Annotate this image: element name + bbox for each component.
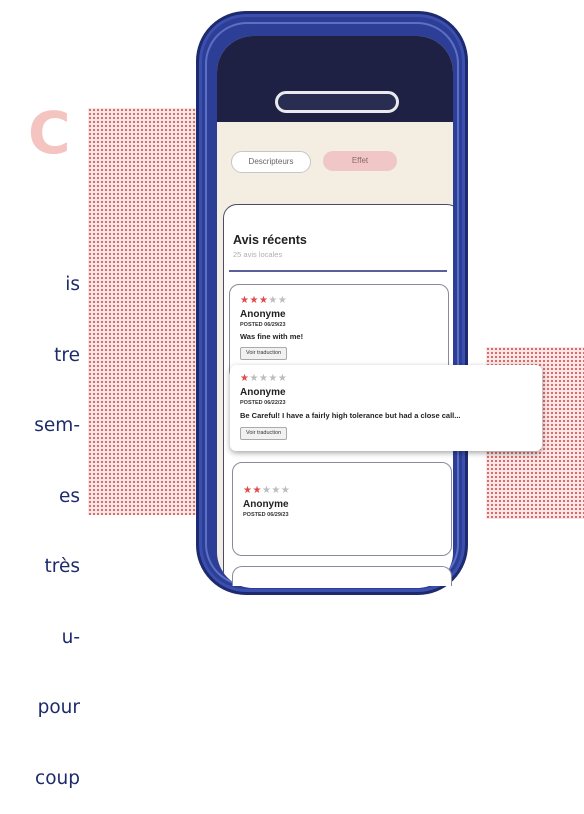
review-author: Anonyme bbox=[240, 309, 286, 320]
star-icon: ★ bbox=[268, 373, 278, 384]
side-line: sem- bbox=[34, 415, 80, 436]
side-line: très bbox=[44, 556, 80, 577]
tab-descripteurs[interactable]: Descripteurs bbox=[231, 151, 311, 173]
tab-bar: Descripteurs Effet bbox=[231, 151, 441, 173]
translate-button[interactable]: Voir traduction bbox=[240, 347, 288, 360]
review-card[interactable]: ★★★★★ Anonyme POSTED 06/29/23 bbox=[232, 462, 452, 556]
section-letter: C bbox=[28, 99, 71, 167]
star-icon: ★ bbox=[252, 485, 262, 496]
reviews-title: Avis récents bbox=[233, 233, 307, 247]
halftone-background-left bbox=[88, 108, 206, 515]
side-line: is bbox=[65, 274, 80, 295]
side-line: pour bbox=[37, 697, 80, 718]
star-icon: ★ bbox=[249, 373, 259, 384]
rating-stars: ★★★★★ bbox=[240, 373, 287, 384]
star-icon: ★ bbox=[249, 295, 259, 306]
star-icon: ★ bbox=[258, 373, 269, 384]
divider bbox=[229, 270, 447, 272]
review-text: Be Careful! I have a fairly high toleran… bbox=[240, 411, 461, 420]
side-line: coup bbox=[35, 767, 80, 789]
review-card[interactable] bbox=[232, 566, 452, 586]
star-icon: ★ bbox=[258, 295, 269, 306]
tab-effet[interactable]: Effet bbox=[323, 151, 397, 171]
review-author: Anonyme bbox=[243, 499, 289, 510]
star-icon: ★ bbox=[268, 295, 278, 306]
star-icon: ★ bbox=[280, 485, 291, 496]
review-author: Anonyme bbox=[240, 387, 286, 398]
translate-button[interactable]: Voir traduction bbox=[240, 427, 288, 440]
star-icon: ★ bbox=[261, 485, 272, 496]
rating-stars: ★★★★★ bbox=[240, 295, 287, 306]
side-line: tre bbox=[54, 344, 80, 366]
phone-notch bbox=[275, 91, 399, 113]
review-date: POSTED 06/29/23 bbox=[240, 322, 286, 328]
star-icon: ★ bbox=[271, 485, 281, 496]
side-paragraph: is tre sem- es très u- pour coup bbox=[0, 226, 80, 814]
side-line: u- bbox=[61, 626, 80, 648]
review-date: POSTED 06/22/23 bbox=[240, 400, 286, 406]
star-icon: ★ bbox=[277, 295, 288, 306]
reviews-count: 25 avis locales bbox=[233, 250, 283, 259]
review-date: POSTED 06/29/23 bbox=[243, 512, 289, 518]
review-text: Was fine with me! bbox=[240, 332, 304, 341]
side-line: es bbox=[58, 485, 80, 507]
star-icon: ★ bbox=[277, 373, 288, 384]
rating-stars: ★★★★★ bbox=[243, 485, 290, 496]
review-card-highlighted[interactable]: ★★★★★ Anonyme POSTED 06/22/23 Be Careful… bbox=[230, 365, 542, 451]
